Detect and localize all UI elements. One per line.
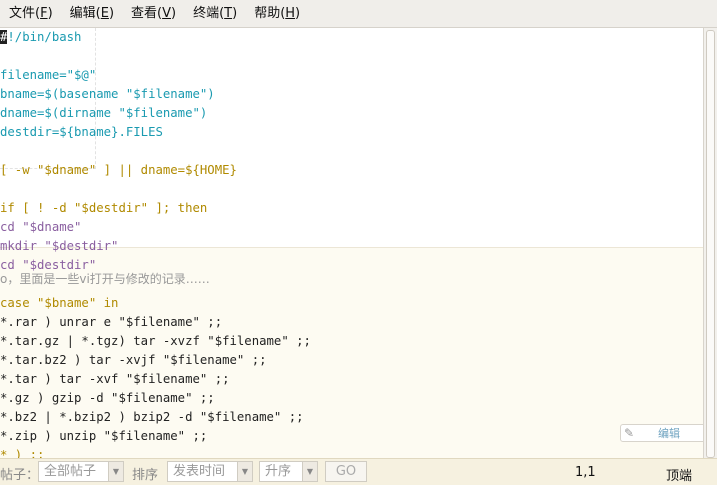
status-bar: 帖子： 全部帖子 ▼ 排序 发表时间 ▼ 升序 ▼ GO 1,1 顶端 bbox=[0, 458, 717, 485]
code-line-16: *.tar.gz | *.tgz) tar -xvzf "$filename" … bbox=[0, 334, 311, 348]
code-line-15: *.rar ) unrar e "$filename" ;; bbox=[0, 315, 223, 329]
chevron-down-icon: ▼ bbox=[237, 462, 252, 481]
terminal-editor[interactable]: #!/bin/bash filename="$@" bname=$(basena… bbox=[0, 28, 703, 460]
menu-help[interactable]: 帮助(H) bbox=[245, 0, 308, 28]
sort-value: 发表时间 bbox=[173, 464, 226, 479]
sort-select[interactable]: 发表时间 ▼ bbox=[167, 461, 253, 482]
overlay-note: o，里面是一些vi打开与修改的记录…… bbox=[0, 272, 210, 286]
posts-label: 帖子： bbox=[0, 468, 40, 483]
chevron-down-icon: ▼ bbox=[108, 462, 123, 481]
cursor-position: 1,1 bbox=[575, 465, 596, 480]
code-line-10: if [ ! -d "$destdir" ]; then bbox=[0, 201, 208, 215]
code-line-17: *.tar.bz2 ) tar -xvjf "$filename" ;; bbox=[0, 353, 267, 367]
scroll-thumb[interactable] bbox=[706, 30, 715, 458]
code-line-4: bname=$(basename "$filename") bbox=[0, 87, 215, 101]
code-line-5: dname=$(dirname "$filename") bbox=[0, 106, 208, 120]
code-line-11: cd "$dname" bbox=[0, 220, 82, 234]
code-line-12: mkdir "$destdir" bbox=[0, 239, 119, 253]
menu-terminal[interactable]: 终端(T) bbox=[184, 0, 245, 28]
menu-edit[interactable]: 编辑(E) bbox=[61, 0, 122, 28]
menu-file[interactable]: 文件(F) bbox=[0, 0, 61, 28]
menu-bar: 文件(F) 编辑(E) 查看(V) 终端(T) 帮助(H) bbox=[0, 0, 717, 28]
code-line-19: *.gz ) gzip -d "$filename" ;; bbox=[0, 391, 215, 405]
code-line-14: case "$bname" in bbox=[0, 296, 119, 310]
code-line-3: filename="$@" bbox=[0, 68, 97, 82]
order-select[interactable]: 升序 ▼ bbox=[259, 461, 318, 482]
go-button[interactable]: GO bbox=[325, 461, 367, 482]
edit-stamp-label: 编辑 bbox=[658, 427, 680, 440]
posts-filter-select[interactable]: 全部帖子 ▼ bbox=[38, 461, 124, 482]
posts-filter-value: 全部帖子 bbox=[44, 464, 97, 479]
edit-stamp-button[interactable]: ✎ 编辑 bbox=[620, 424, 706, 442]
scroll-position: 顶端 bbox=[666, 469, 693, 484]
code-line-8: [ -w "$dname" ] || dname=${HOME} bbox=[0, 163, 237, 177]
code-line-21: *.zip ) unzip "$filename" ;; bbox=[0, 429, 208, 443]
code-line-1: #!/bin/bash bbox=[0, 30, 82, 44]
edit-pencil-icon: ✎ bbox=[624, 426, 635, 440]
chevron-down-icon: ▼ bbox=[302, 462, 317, 481]
code-line-20: *.bz2 | *.bzip2 ) bzip2 -d "$filename" ;… bbox=[0, 410, 304, 424]
sort-label: 排序 bbox=[132, 468, 159, 483]
vertical-scrollbar[interactable] bbox=[703, 28, 717, 460]
order-value: 升序 bbox=[265, 464, 292, 479]
code-line-18: *.tar ) tar -xvf "$filename" ;; bbox=[0, 372, 230, 386]
code-line-6: destdir=${bname}.FILES bbox=[0, 125, 163, 139]
menu-view[interactable]: 查看(V) bbox=[122, 0, 184, 28]
